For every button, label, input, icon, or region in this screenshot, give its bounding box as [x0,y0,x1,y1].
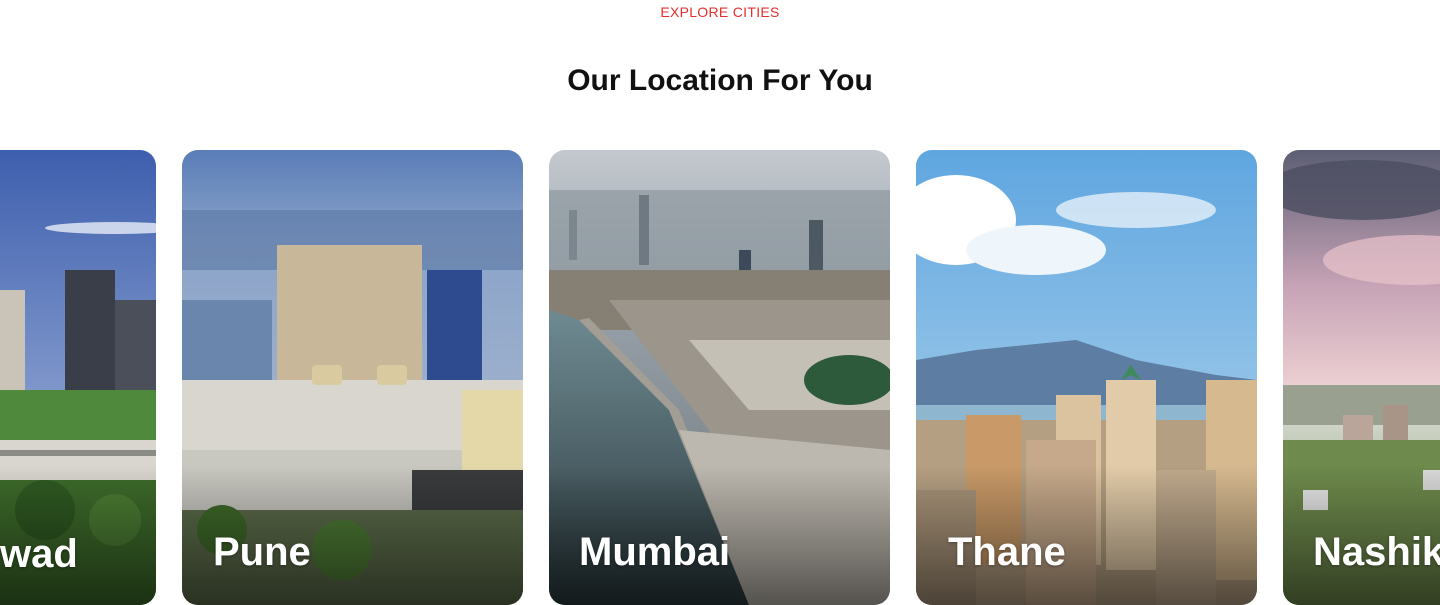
section-eyebrow: EXPLORE CITIES [660,4,780,20]
city-card-thane[interactable]: Thane [916,150,1257,605]
city-name: Nashik [1313,530,1440,574]
cities-carousel[interactable]: wad Pune Mumbai Thane Nashik [0,150,1440,605]
city-name: wad [0,532,78,576]
city-card-nashik[interactable]: Nashik [1283,150,1440,605]
city-card-pune[interactable]: Pune [182,150,523,605]
city-name: Pune [213,530,311,574]
city-card-mumbai[interactable]: Mumbai [549,150,890,605]
city-name: Mumbai [579,530,731,574]
city-card-pimpri-chinchwad[interactable]: wad [0,150,156,605]
city-name: Thane [948,530,1066,574]
section-title: Our Location For You [567,64,873,97]
